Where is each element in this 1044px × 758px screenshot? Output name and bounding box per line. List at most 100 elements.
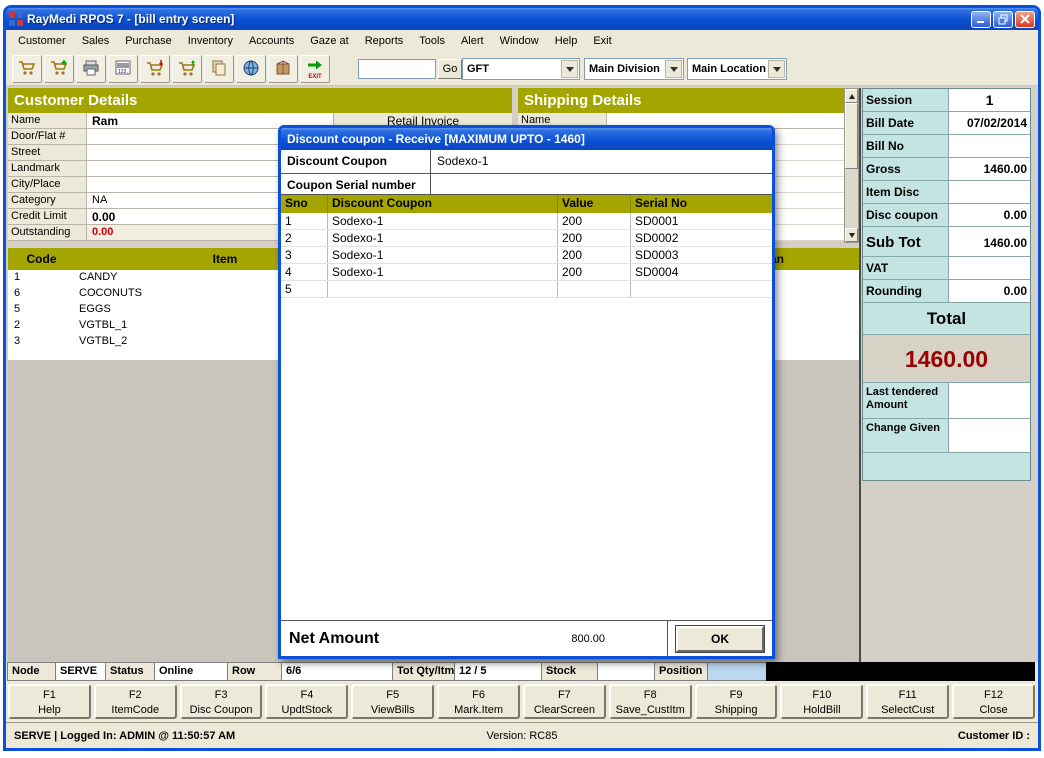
barcode-button[interactable]: 123, bbox=[108, 55, 138, 83]
f1-help-button[interactable]: F1Help bbox=[8, 684, 91, 719]
change-given-value bbox=[948, 419, 1030, 452]
cart-upload-icon bbox=[177, 59, 197, 80]
footer-customer-id: Customer ID : bbox=[958, 730, 1030, 742]
sale-cart-button[interactable] bbox=[12, 55, 42, 83]
sale-return-cart-button[interactable] bbox=[44, 55, 74, 83]
go-button[interactable]: Go bbox=[438, 59, 462, 79]
menu-inventory[interactable]: Inventory bbox=[180, 32, 241, 50]
rounding-label: Rounding bbox=[863, 280, 948, 302]
f7-clearscreen-button[interactable]: F7ClearScreen bbox=[523, 684, 606, 719]
ok-button[interactable]: OK bbox=[676, 626, 764, 652]
menu-customer[interactable]: Customer bbox=[10, 32, 74, 50]
dialog-footer: Net Amount 800.00 OK bbox=[281, 620, 772, 656]
restore-button[interactable] bbox=[993, 11, 1013, 28]
menu-alert[interactable]: Alert bbox=[453, 32, 492, 50]
coupon-serial-label: Coupon Serial number bbox=[281, 174, 431, 194]
barcode-123-icon: 123, bbox=[113, 59, 133, 80]
print-icon bbox=[81, 59, 101, 80]
vat-value bbox=[948, 257, 1030, 279]
discount-coupon-dialog: Discount coupon - Receive [MAXIMUM UPTO … bbox=[278, 125, 775, 659]
item-code: 2 bbox=[8, 318, 75, 334]
f8-save-custitm-button[interactable]: F8Save_CustItm bbox=[609, 684, 692, 719]
footer-bar: SERVE | Logged In: ADMIN @ 11:50:57 AM V… bbox=[6, 722, 1038, 748]
details-scrollbar[interactable] bbox=[844, 88, 859, 243]
title-bar[interactable]: RayMedi RPOS 7 - [bill entry screen] bbox=[6, 8, 1038, 30]
close-button[interactable] bbox=[1015, 11, 1035, 28]
coupon-value: 200 bbox=[558, 230, 631, 246]
function-key-bar: F1Help F2ItemCode F3Disc Coupon F4UpdtSt… bbox=[8, 684, 1035, 719]
location-select-dropdown-button[interactable] bbox=[768, 60, 785, 78]
menu-help[interactable]: Help bbox=[547, 32, 586, 50]
f4-updtstock-button[interactable]: F4UpdtStock bbox=[265, 684, 348, 719]
coupon-row[interactable]: 5 bbox=[281, 281, 772, 298]
discount-coupon-input[interactable]: Sodexo-1 bbox=[431, 150, 772, 173]
coupon-sno: 1 bbox=[281, 213, 328, 229]
documents-button[interactable] bbox=[204, 55, 234, 83]
field-label-street: Street bbox=[8, 145, 86, 160]
cart-download-button[interactable] bbox=[140, 55, 170, 83]
division-select[interactable]: Main Division bbox=[584, 58, 684, 80]
minimize-button[interactable] bbox=[971, 11, 991, 28]
coupon-row[interactable]: 1 Sodexo-1 200 SD0001 bbox=[281, 213, 772, 230]
item-name: VGTBL_1 bbox=[75, 318, 131, 334]
company-select-dropdown-button[interactable] bbox=[561, 60, 578, 78]
toolbar-search-input[interactable] bbox=[358, 59, 436, 79]
total-value: 1460.00 bbox=[863, 335, 1030, 383]
menu-exit[interactable]: Exit bbox=[585, 32, 619, 50]
coupon-row[interactable]: 2 Sodexo-1 200 SD0002 bbox=[281, 230, 772, 247]
menu-bar: Customer Sales Purchase Inventory Accoun… bbox=[6, 30, 1038, 52]
status-filler bbox=[766, 662, 1035, 681]
f2-itemcode-button[interactable]: F2ItemCode bbox=[94, 684, 177, 719]
cart-upload-button[interactable] bbox=[172, 55, 202, 83]
scrollbar-thumb[interactable] bbox=[845, 103, 858, 169]
item-disc-label: Item Disc bbox=[863, 181, 948, 203]
column-header-discount-coupon: Discount Coupon bbox=[328, 195, 558, 213]
f3-disc-coupon-button[interactable]: F3Disc Coupon bbox=[180, 684, 263, 719]
coupon-serial-row: Coupon Serial number bbox=[281, 174, 772, 195]
net-amount-label: Net Amount bbox=[289, 630, 379, 648]
summary-filler bbox=[863, 453, 1030, 480]
coupon-row[interactable]: 3 Sodexo-1 200 SD0003 bbox=[281, 247, 772, 264]
column-header-value: Value bbox=[558, 195, 631, 213]
session-value: 1 bbox=[948, 89, 1030, 111]
f12-close-button[interactable]: F12Close bbox=[952, 684, 1035, 719]
fkey-label: ViewBills bbox=[353, 703, 432, 718]
f6-markitem-button[interactable]: F6Mark.Item bbox=[437, 684, 520, 719]
menu-tools[interactable]: Tools bbox=[411, 32, 453, 50]
menu-sales[interactable]: Sales bbox=[74, 32, 118, 50]
coupon-row[interactable]: 4 Sodexo-1 200 SD0004 bbox=[281, 264, 772, 281]
package-button[interactable] bbox=[268, 55, 298, 83]
menu-gaze-at[interactable]: Gaze at bbox=[302, 32, 357, 50]
item-disc-value bbox=[948, 181, 1030, 203]
f11-selectcust-button[interactable]: F11SelectCust bbox=[866, 684, 949, 719]
total-label: Total bbox=[863, 303, 1030, 335]
accounts-button[interactable] bbox=[236, 55, 266, 83]
coupon-value bbox=[558, 281, 631, 297]
fkey-key: F4 bbox=[267, 688, 346, 703]
fkey-key: F8 bbox=[611, 688, 690, 703]
gross-label: Gross bbox=[863, 158, 948, 180]
summary-row: Sub Tot 1460.00 bbox=[863, 227, 1030, 257]
f9-shipping-button[interactable]: F9Shipping bbox=[695, 684, 778, 719]
bill-date-value: 07/02/2014 bbox=[948, 112, 1030, 134]
ok-button-cell: OK bbox=[668, 621, 772, 656]
dialog-title-bar[interactable]: Discount coupon - Receive [MAXIMUM UPTO … bbox=[281, 128, 772, 150]
fkey-label: SelectCust bbox=[868, 703, 947, 718]
menu-reports[interactable]: Reports bbox=[357, 32, 412, 50]
scroll-down-button[interactable] bbox=[845, 228, 858, 242]
f10-holdbill-button[interactable]: F10HoldBill bbox=[780, 684, 863, 719]
menu-purchase[interactable]: Purchase bbox=[117, 32, 179, 50]
print-button[interactable] bbox=[76, 55, 106, 83]
f5-viewbills-button[interactable]: F5ViewBills bbox=[351, 684, 434, 719]
menu-accounts[interactable]: Accounts bbox=[241, 32, 302, 50]
location-select[interactable]: Main Location bbox=[687, 58, 787, 80]
last-tendered-value bbox=[948, 383, 1030, 418]
summary-row: Bill No bbox=[863, 135, 1030, 158]
column-header-sno: Sno bbox=[281, 195, 328, 213]
company-select[interactable]: GFT bbox=[462, 58, 580, 80]
scroll-up-button[interactable] bbox=[845, 89, 858, 103]
exit-button[interactable]: EXIT bbox=[300, 55, 330, 83]
menu-window[interactable]: Window bbox=[492, 32, 547, 50]
coupon-serial-input[interactable] bbox=[431, 174, 772, 194]
division-select-dropdown-button[interactable] bbox=[665, 60, 682, 78]
